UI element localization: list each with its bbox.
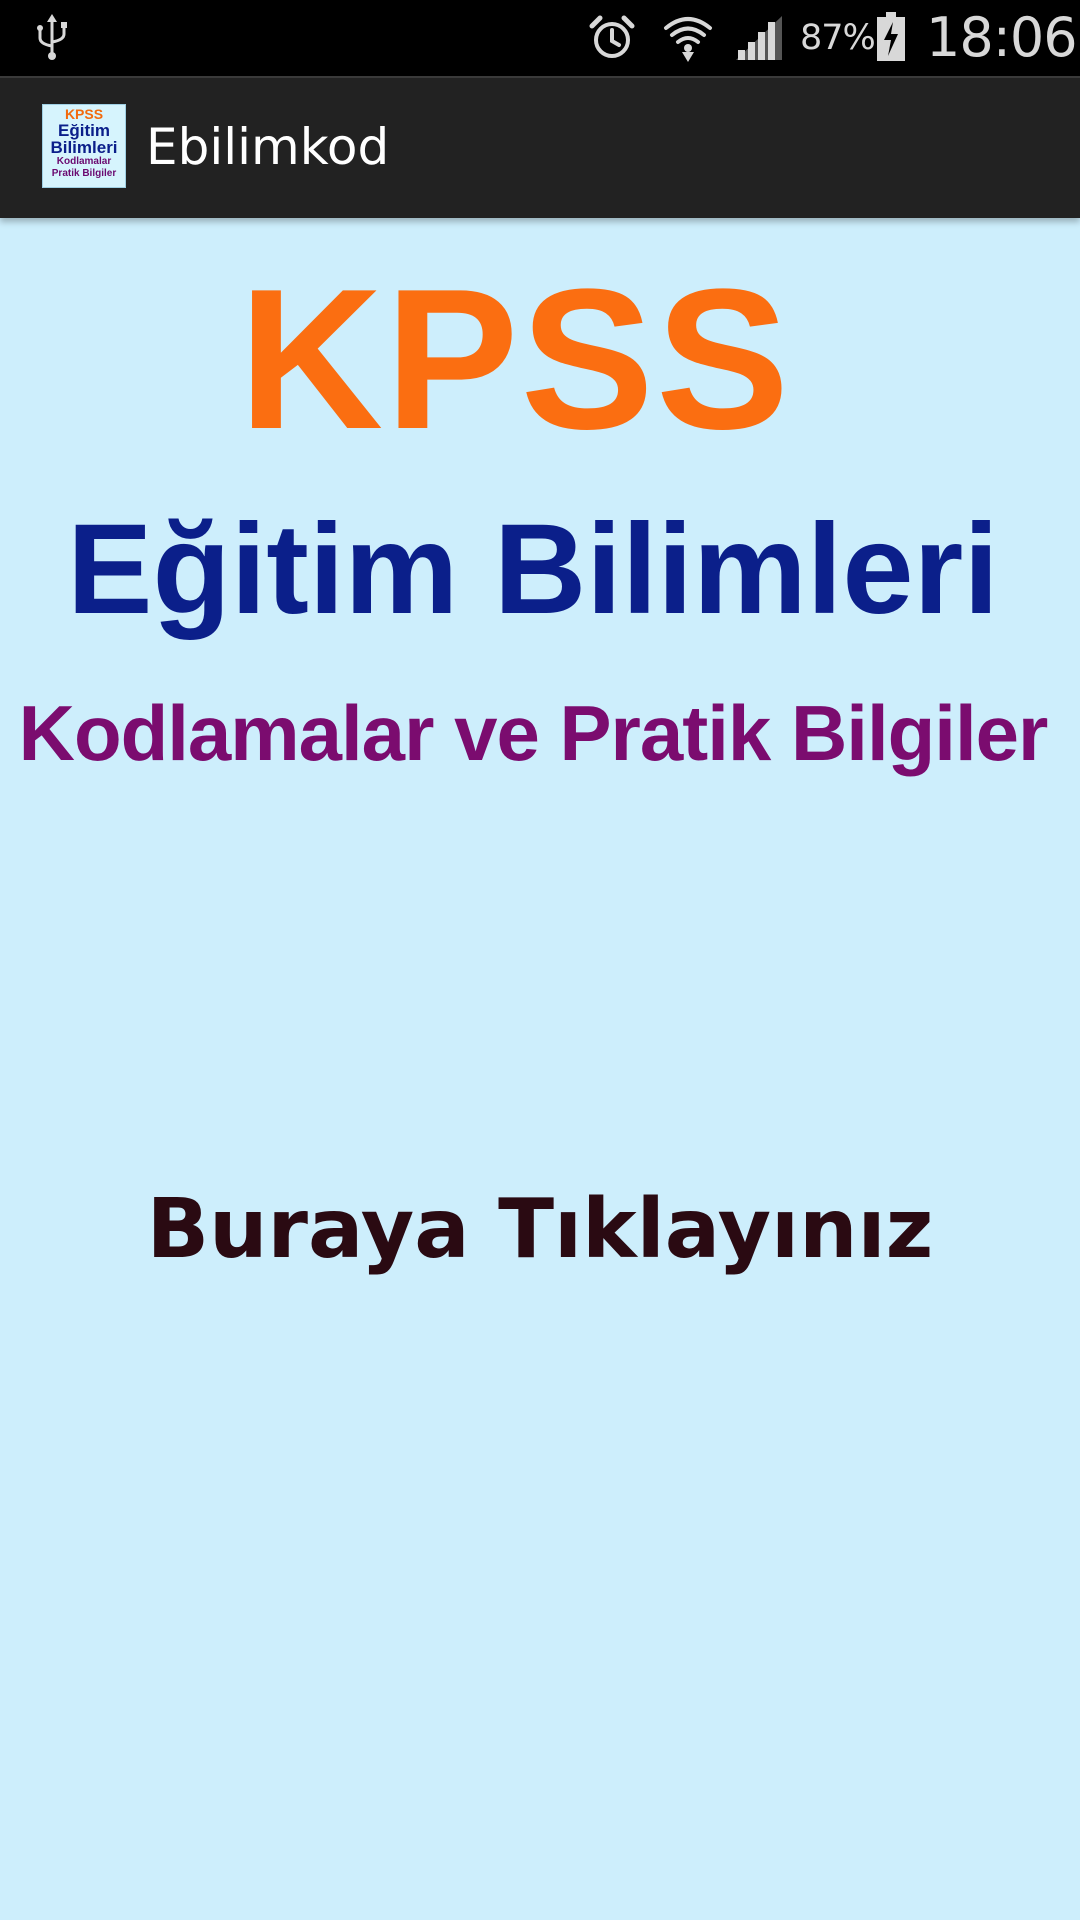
status-clock: 18:06 <box>926 6 1078 69</box>
app-title: Ebilimkod <box>146 118 390 176</box>
app-icon-line: Bilimleri <box>50 138 118 157</box>
app-icon[interactable]: KPSS Eğitim Bilimleri Kodlamalar Pratik … <box>42 104 126 188</box>
banner-subtitle: Kodlamalar ve Pratik Bilgiler <box>18 689 1049 777</box>
status-bar: 87% 18:06 <box>0 0 1080 76</box>
usb-icon <box>37 14 67 60</box>
banner-kpss: KPSS <box>238 248 792 471</box>
app-icon-line: Kodlamalar <box>56 156 112 167</box>
alarm-icon <box>589 15 635 58</box>
wifi-icon <box>664 17 712 62</box>
click-here-button[interactable]: Buraya Tıklayınız <box>0 1180 1080 1280</box>
banner: KPSS Eğitim Bilimleri Kodlamalar ve Prat… <box>0 218 1080 798</box>
app-icon-line: Pratik Bilgiler <box>51 168 117 179</box>
action-bar: KPSS Eğitim Bilimleri Kodlamalar Pratik … <box>0 76 1080 218</box>
app-icon-line: KPSS <box>64 106 104 122</box>
app-icon-line: Eğitim <box>58 121 110 140</box>
battery-charging-icon <box>877 12 905 61</box>
banner-title: Eğitim Bilimleri <box>67 498 999 641</box>
battery-percent: 87% <box>800 18 876 58</box>
signal-icon <box>736 16 782 60</box>
